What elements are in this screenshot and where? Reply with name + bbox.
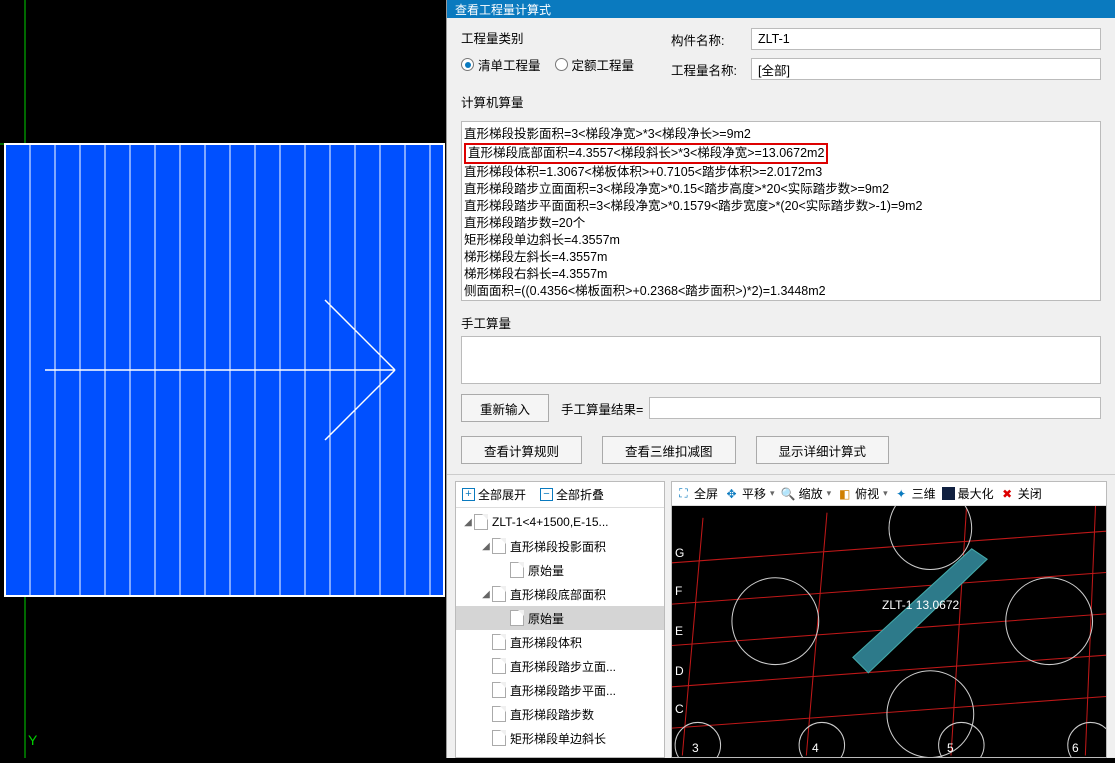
- calculation-dialog: 查看工程量计算式 工程量类别 清单工程量 定额工程量 构件名称: 工程量名称:: [446, 0, 1115, 758]
- tree-item[interactable]: ◢ZLT-1<4+1500,E-15...: [456, 510, 664, 534]
- three-icon: ✦: [894, 486, 909, 501]
- element-label: ZLT-1 13.0672: [882, 598, 959, 612]
- fullscreen-icon: ⛶: [676, 486, 691, 501]
- tree-view[interactable]: ◢ZLT-1<4+1500,E-15...◢直形梯段投影面积原始量◢直形梯段底部…: [456, 508, 664, 757]
- collapse-all-button[interactable]: −全部折叠: [540, 486, 604, 503]
- radio-norm-quantity[interactable]: 定额工程量: [555, 55, 635, 74]
- grid-label-d: D: [675, 664, 684, 678]
- tree-item[interactable]: 直形梯段踏步立面...: [456, 654, 664, 678]
- manual-calc-input[interactable]: [461, 336, 1101, 384]
- calc-line: 直形梯段底部面积=4.3557<梯段斜长>*3<梯段净宽>=13.0672m2: [464, 143, 828, 164]
- view3d-panel: ⛶全屏 ✥平移▾ 🔍缩放▾ ◧俯视▾ ✦三维 最大化 ✖关闭: [671, 481, 1107, 758]
- quantity-name-input[interactable]: [751, 58, 1101, 80]
- maximize-button[interactable]: 最大化: [942, 485, 994, 502]
- calc-line: 侧面面积=((0.4356<梯板面积>+0.2368<踏步面积>)*2)=1.3…: [464, 283, 1098, 300]
- grid-label-3: 3: [692, 741, 699, 755]
- grid-label-5: 5: [947, 741, 954, 755]
- page-icon: [492, 538, 506, 554]
- computer-calc-label: 计算机算量: [461, 92, 1101, 111]
- close-icon: ✖: [1000, 486, 1015, 501]
- tree-item[interactable]: 矩形梯段单边斜长: [456, 726, 664, 750]
- grid-label-c: C: [675, 702, 684, 716]
- page-icon: [492, 586, 506, 602]
- tree-item[interactable]: 原始量: [456, 606, 664, 630]
- tree-item[interactable]: 直形梯段踏步平面...: [456, 678, 664, 702]
- tree-item[interactable]: 直形梯段体积: [456, 630, 664, 654]
- page-icon: [510, 562, 524, 578]
- page-icon: [492, 634, 506, 650]
- page-icon: [510, 610, 524, 626]
- view-3d-deduction-button[interactable]: 查看三维扣减图: [602, 436, 736, 464]
- calc-line: 直形梯段体积=1.3067<梯板体积>+0.7105<踏步体积>=2.0172m…: [464, 164, 1098, 181]
- quantity-name-label: 工程量名称:: [671, 60, 741, 79]
- grid-label-6: 6: [1072, 741, 1079, 755]
- page-icon: [492, 658, 506, 674]
- tree-item[interactable]: ◢直形梯段投影面积: [456, 534, 664, 558]
- quantity-type-label: 工程量类别: [461, 28, 661, 47]
- tree-item[interactable]: 直形梯段踏步数: [456, 702, 664, 726]
- topview-button[interactable]: ◧俯视▾: [837, 485, 888, 502]
- manual-result-input[interactable]: [649, 397, 1101, 419]
- show-detail-formula-button[interactable]: 显示详细计算式: [756, 436, 890, 464]
- grid-label-f: F: [675, 584, 682, 598]
- square-icon: [942, 487, 955, 500]
- radio-bill-quantity[interactable]: 清单工程量: [461, 55, 541, 74]
- dialog-title: 查看工程量计算式: [447, 0, 1115, 18]
- component-name-input[interactable]: [751, 28, 1101, 50]
- fullscreen-button[interactable]: ⛶全屏: [676, 485, 718, 502]
- 3dview-button[interactable]: ✦三维: [894, 485, 936, 502]
- minus-icon: −: [540, 488, 553, 501]
- calc-line: 直形梯段踏步立面面积=3<梯段净宽>*0.15<踏步高度>*20<实际踏步数>=…: [464, 181, 1098, 198]
- calc-line: 直形梯段踏步平面面积=3<梯段净宽>*0.1579<踏步宽度>*(20<实际踏步…: [464, 198, 1098, 215]
- grid-label-4: 4: [812, 741, 819, 755]
- reinput-button[interactable]: 重新输入: [461, 394, 549, 422]
- calc-line: 矩形梯段单边斜长=4.3557m: [464, 232, 1098, 249]
- calc-line: 直形梯段踏步数=20个: [464, 215, 1098, 232]
- tree-item[interactable]: 原始量: [456, 558, 664, 582]
- page-icon: [492, 730, 506, 746]
- close-view-button[interactable]: ✖关闭: [1000, 485, 1042, 502]
- page-icon: [474, 514, 488, 530]
- manual-calc-label: 手工算量: [461, 313, 1101, 332]
- component-name-label: 构件名称:: [671, 30, 741, 49]
- cube-icon: ◧: [837, 486, 852, 501]
- plus-icon: +: [462, 488, 475, 501]
- axis-y-label: Y: [28, 732, 38, 748]
- view3d-canvas[interactable]: ZLT-1 13.0672 G F E D C 3 4 5 6: [672, 506, 1106, 757]
- calculation-formula-box[interactable]: 直形梯段投影面积=3<梯段净宽>*3<梯段净长>=9m2直形梯段底部面积=4.3…: [461, 121, 1101, 301]
- zoom-icon: 🔍: [781, 486, 796, 501]
- calc-line: 梯形梯段左斜长=4.3557m: [464, 249, 1098, 266]
- grid-label-g: G: [675, 546, 684, 560]
- grid-label-e: E: [675, 624, 683, 638]
- page-icon: [492, 706, 506, 722]
- cad-viewport[interactable]: Y: [0, 0, 445, 758]
- pan-icon: ✥: [724, 486, 739, 501]
- manual-result-label: 手工算量结果=: [561, 399, 643, 418]
- page-icon: [492, 682, 506, 698]
- expand-all-button[interactable]: +全部展开: [462, 486, 526, 503]
- zoom-button[interactable]: 🔍缩放▾: [781, 485, 832, 502]
- calc-line: 梯形梯段右斜长=4.3557m: [464, 266, 1098, 283]
- pan-button[interactable]: ✥平移▾: [724, 485, 775, 502]
- view-calc-rule-button[interactable]: 查看计算规则: [461, 436, 582, 464]
- tree-panel: +全部展开 −全部折叠 ◢ZLT-1<4+1500,E-15...◢直形梯段投影…: [455, 481, 665, 758]
- calc-line: 直形梯段投影面积=3<梯段净宽>*3<梯段净长>=9m2: [464, 126, 1098, 143]
- tree-item[interactable]: ◢直形梯段底部面积: [456, 582, 664, 606]
